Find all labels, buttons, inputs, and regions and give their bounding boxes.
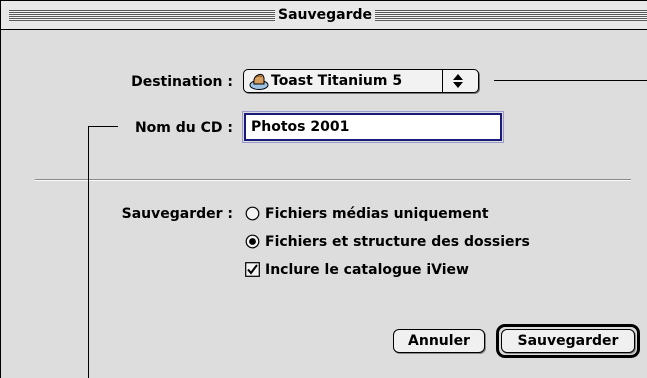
popup-separator — [442, 70, 443, 92]
save-button[interactable]: Sauvegarder — [501, 329, 635, 353]
cancel-button[interactable]: Annuler — [393, 329, 485, 353]
radio-media-only-label: Fichiers médias uniquement — [265, 206, 489, 222]
radio-unselected-icon — [245, 206, 260, 221]
destination-value: Toast Titanium 5 — [271, 73, 403, 89]
up-down-arrows-icon — [453, 74, 463, 88]
cd-name-input[interactable]: Photos 2001 — [242, 111, 504, 143]
title-bar-stripes-right — [375, 10, 647, 21]
destination-popup[interactable]: Toast Titanium 5 — [243, 69, 479, 93]
cd-name-value: Photos 2001 — [251, 119, 350, 135]
cd-name-label: Nom du CD : — [134, 120, 233, 136]
toast-cd-icon — [249, 73, 269, 90]
destination-label: Destination : — [131, 74, 233, 90]
radio-files-and-folders-label: Fichiers et structure des dossiers — [265, 234, 530, 250]
title-bar-stripes-left — [9, 10, 275, 21]
destination-callout-line — [494, 80, 647, 81]
title-bar[interactable]: Sauvegarde — [1, 1, 647, 30]
cd-name-callout-line — [88, 126, 118, 127]
save-dialog: Sauvegarde Destination : Toast Titanium … — [0, 0, 647, 378]
save-mode-label: Sauvegarder : — [121, 206, 233, 222]
checkbox-checked-icon — [245, 262, 260, 277]
separator-highlight — [35, 180, 631, 181]
radio-selected-icon — [245, 234, 260, 249]
checkbox-include-catalog-label: Inclure le catalogue iView — [265, 262, 469, 278]
cd-name-callout-vertical — [88, 126, 89, 378]
window-title: Sauvegarde — [275, 5, 375, 25]
